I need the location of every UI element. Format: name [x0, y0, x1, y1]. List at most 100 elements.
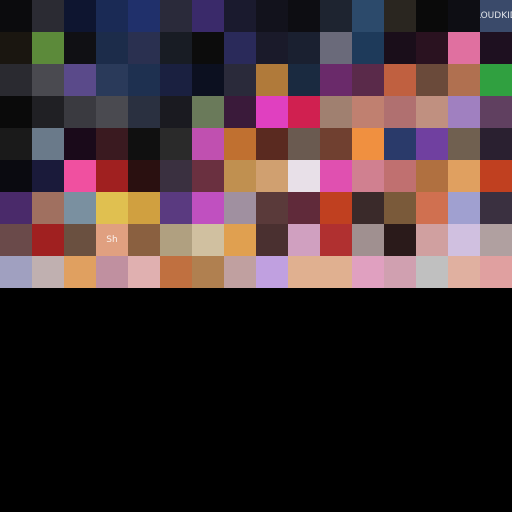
- thumbnail-tile[interactable]: [32, 32, 64, 64]
- thumbnail-tile[interactable]: [384, 160, 416, 192]
- thumbnail-tile[interactable]: [128, 160, 160, 192]
- thumbnail-tile[interactable]: [192, 160, 224, 192]
- thumbnail-tile[interactable]: Sh: [96, 224, 128, 256]
- thumbnail-tile[interactable]: [32, 96, 64, 128]
- thumbnail-tile[interactable]: [320, 32, 352, 64]
- thumbnail-tile[interactable]: [416, 128, 448, 160]
- thumbnail-tile[interactable]: [384, 96, 416, 128]
- thumbnail-tile[interactable]: [320, 160, 352, 192]
- thumbnail-tile[interactable]: [416, 96, 448, 128]
- thumbnail-tile[interactable]: [352, 128, 384, 160]
- thumbnail-tile[interactable]: [416, 224, 448, 256]
- thumbnail-tile[interactable]: [96, 32, 128, 64]
- thumbnail-tile[interactable]: [64, 96, 96, 128]
- thumbnail-tile[interactable]: [128, 192, 160, 224]
- thumbnail-tile[interactable]: [448, 32, 480, 64]
- thumbnail-tile[interactable]: [192, 0, 224, 32]
- thumbnail-tile[interactable]: [352, 96, 384, 128]
- thumbnail-tile[interactable]: [416, 32, 448, 64]
- thumbnail-tile[interactable]: [96, 0, 128, 32]
- thumbnail-tile[interactable]: [320, 0, 352, 32]
- thumbnail-tile[interactable]: [480, 128, 512, 160]
- thumbnail-tile[interactable]: [384, 32, 416, 64]
- thumbnail-tile[interactable]: [320, 128, 352, 160]
- thumbnail-tile[interactable]: [0, 96, 32, 128]
- thumbnail-tile[interactable]: [448, 160, 480, 192]
- thumbnail-tile[interactable]: [64, 160, 96, 192]
- thumbnail-tile[interactable]: [160, 256, 192, 288]
- thumbnail-tile[interactable]: [160, 160, 192, 192]
- thumbnail-tile[interactable]: [160, 64, 192, 96]
- thumbnail-tile[interactable]: [160, 192, 192, 224]
- thumbnail-tile[interactable]: [288, 224, 320, 256]
- thumbnail-tile[interactable]: [288, 256, 320, 288]
- thumbnail-tile[interactable]: [352, 64, 384, 96]
- thumbnail-tile[interactable]: [192, 256, 224, 288]
- thumbnail-tile[interactable]: [192, 224, 224, 256]
- thumbnail-tile[interactable]: [288, 64, 320, 96]
- thumbnail-tile[interactable]: [32, 224, 64, 256]
- thumbnail-tile[interactable]: [160, 0, 192, 32]
- thumbnail-tile[interactable]: [160, 224, 192, 256]
- thumbnail-tile[interactable]: [480, 64, 512, 96]
- thumbnail-tile[interactable]: [448, 64, 480, 96]
- thumbnail-tile[interactable]: [288, 0, 320, 32]
- thumbnail-tile[interactable]: CLOUDKIDS: [480, 0, 512, 32]
- thumbnail-tile[interactable]: [480, 96, 512, 128]
- thumbnail-tile[interactable]: [64, 224, 96, 256]
- thumbnail-tile[interactable]: [192, 96, 224, 128]
- thumbnail-tile[interactable]: [96, 160, 128, 192]
- thumbnail-tile[interactable]: [160, 128, 192, 160]
- thumbnail-tile[interactable]: [384, 64, 416, 96]
- thumbnail-tile[interactable]: [480, 32, 512, 64]
- thumbnail-tile[interactable]: [288, 160, 320, 192]
- thumbnail-tile[interactable]: [192, 128, 224, 160]
- thumbnail-tile[interactable]: [224, 32, 256, 64]
- thumbnail-tile[interactable]: [128, 256, 160, 288]
- thumbnail-tile[interactable]: [64, 128, 96, 160]
- thumbnail-tile[interactable]: [384, 256, 416, 288]
- thumbnail-tile[interactable]: [96, 96, 128, 128]
- thumbnail-tile[interactable]: [448, 256, 480, 288]
- thumbnail-tile[interactable]: [64, 0, 96, 32]
- thumbnail-tile[interactable]: [320, 64, 352, 96]
- thumbnail-tile[interactable]: [416, 64, 448, 96]
- thumbnail-tile[interactable]: [352, 160, 384, 192]
- thumbnail-tile[interactable]: [224, 0, 256, 32]
- thumbnail-tile[interactable]: [352, 224, 384, 256]
- thumbnail-tile[interactable]: [320, 192, 352, 224]
- thumbnail-tile[interactable]: [0, 224, 32, 256]
- thumbnail-tile[interactable]: [448, 96, 480, 128]
- thumbnail-tile[interactable]: [480, 256, 512, 288]
- thumbnail-tile[interactable]: [128, 64, 160, 96]
- thumbnail-tile[interactable]: [256, 224, 288, 256]
- thumbnail-tile[interactable]: [128, 128, 160, 160]
- thumbnail-tile[interactable]: [256, 256, 288, 288]
- thumbnail-tile[interactable]: [0, 0, 32, 32]
- thumbnail-tile[interactable]: [256, 128, 288, 160]
- thumbnail-tile[interactable]: [0, 192, 32, 224]
- thumbnail-tile[interactable]: [32, 256, 64, 288]
- thumbnail-tile[interactable]: [0, 160, 32, 192]
- thumbnail-tile[interactable]: [320, 96, 352, 128]
- thumbnail-tile[interactable]: [96, 64, 128, 96]
- thumbnail-tile[interactable]: [128, 0, 160, 32]
- thumbnail-tile[interactable]: [128, 96, 160, 128]
- thumbnail-tile[interactable]: [128, 224, 160, 256]
- thumbnail-tile[interactable]: [384, 192, 416, 224]
- thumbnail-tile[interactable]: [224, 192, 256, 224]
- thumbnail-tile[interactable]: [224, 64, 256, 96]
- thumbnail-tile[interactable]: [448, 128, 480, 160]
- thumbnail-tile[interactable]: [320, 256, 352, 288]
- thumbnail-tile[interactable]: [32, 0, 64, 32]
- thumbnail-tile[interactable]: [64, 192, 96, 224]
- thumbnail-tile[interactable]: [384, 128, 416, 160]
- thumbnail-tile[interactable]: [32, 160, 64, 192]
- thumbnail-tile[interactable]: [0, 32, 32, 64]
- thumbnail-tile[interactable]: [32, 64, 64, 96]
- thumbnail-tile[interactable]: [0, 128, 32, 160]
- thumbnail-tile[interactable]: [288, 32, 320, 64]
- thumbnail-tile[interactable]: [64, 32, 96, 64]
- thumbnail-tile[interactable]: [96, 192, 128, 224]
- thumbnail-tile[interactable]: [352, 32, 384, 64]
